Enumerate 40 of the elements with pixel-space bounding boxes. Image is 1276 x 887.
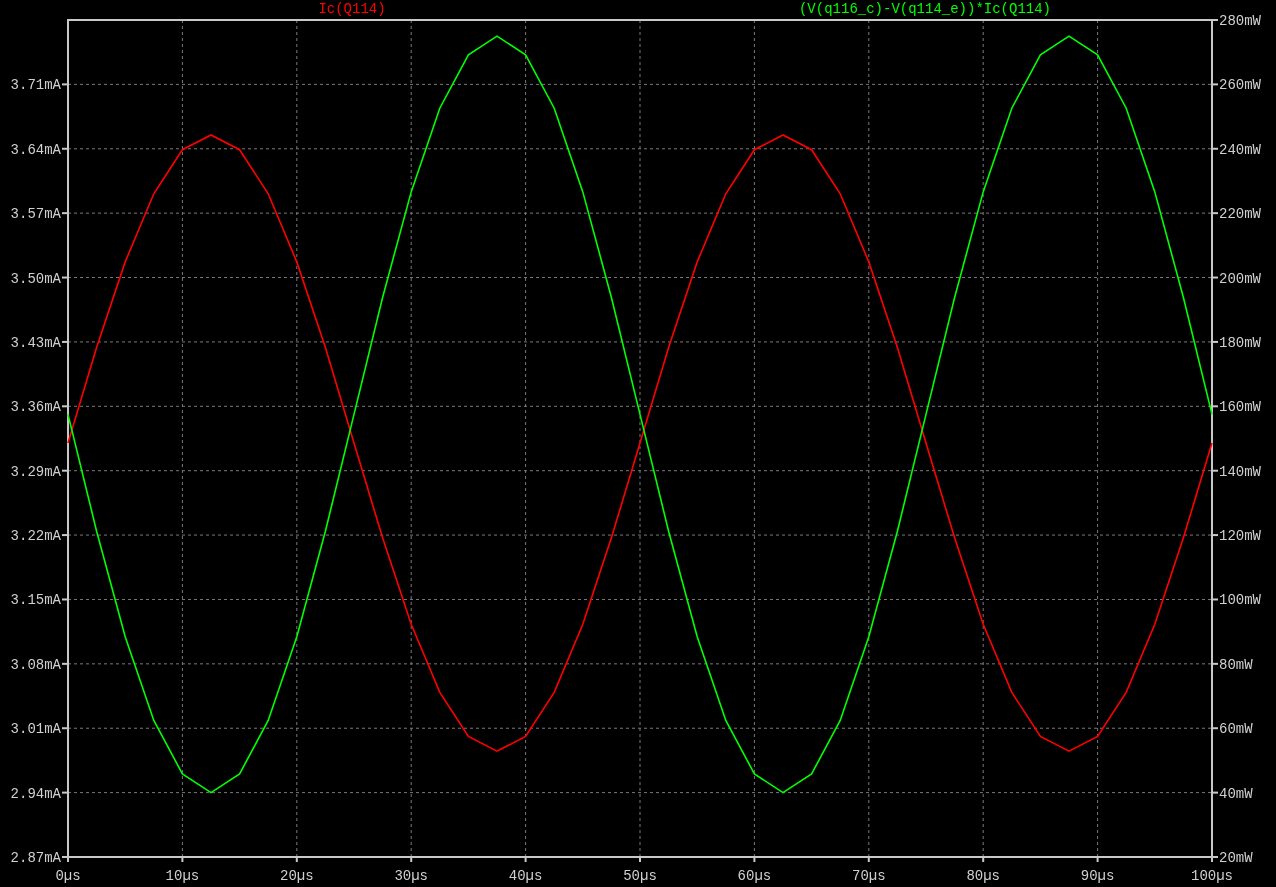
x-axis-tick-label: 20µs [280, 868, 314, 884]
y-axis-tick-label: 100mW [1219, 592, 1261, 609]
y-axis-tick-label: 20mW [1219, 850, 1253, 866]
y-axis-tick-label: 2.87mA [10, 850, 61, 866]
x-axis-tick-label: 40µs [508, 868, 543, 884]
y-axis-tick-label: 3.22mA [10, 528, 61, 545]
x-axis-tick-label: 50µs [623, 868, 657, 884]
y-axis-tick-label: 3.08mA [10, 656, 61, 673]
y-axis-tick-label: 40mW [1219, 785, 1253, 802]
y-axis-tick-label: 260mW [1219, 77, 1261, 94]
trace-legend-label[interactable]: Ic(Q114) [318, 1, 386, 17]
x-axis-tick-label: 90µs [1080, 868, 1115, 884]
y-axis-tick-label: 180mW [1219, 334, 1261, 351]
y-axis-tick-label: 120mW [1219, 528, 1261, 545]
x-axis-tick-label: 80µs [966, 868, 1000, 884]
x-axis-tick-label: 60µs [737, 868, 772, 884]
y-axis-tick-label: 3.15mA [10, 592, 61, 609]
y-axis-tick-label: 3.01mA [10, 721, 61, 738]
y-axis-tick-label: 280mW [1219, 13, 1261, 29]
y-axis-tick-label: 80mW [1219, 656, 1253, 673]
y-axis-tick-label: 240mW [1219, 141, 1261, 158]
y-axis-tick-label: 3.71mA [10, 77, 61, 94]
y-axis-tick-label: 3.43mA [10, 334, 61, 351]
x-axis-tick-label: 10µs [165, 868, 200, 884]
y-axis-tick-label: 2.94mA [10, 785, 61, 802]
y-axis-tick-label: 60mW [1219, 721, 1253, 738]
y-axis-tick-label: 3.50mA [10, 270, 61, 287]
y-axis-tick-label: 3.36mA [10, 399, 61, 416]
y-axis-tick-label: 3.29mA [10, 463, 61, 480]
y-axis-tick-label: 3.64mA [10, 141, 61, 158]
y-axis-tick-label: 140mW [1219, 463, 1261, 480]
y-axis-tick-label: 3.57mA [10, 206, 61, 223]
x-axis-tick-label: 0µs [55, 868, 81, 884]
trace-legend-label[interactable]: (V(q116_c)-V(q114_e))*Ic(Q114) [799, 1, 1051, 17]
y-axis-tick-label: 220mW [1219, 206, 1261, 223]
y-axis-tick-label: 160mW [1219, 399, 1261, 416]
x-axis-tick-label: 30µs [394, 868, 428, 884]
x-axis-tick-label: 100µs [1191, 868, 1233, 884]
x-axis-tick-label: 70µs [852, 868, 886, 884]
y-axis-tick-label: 200mW [1219, 270, 1261, 287]
